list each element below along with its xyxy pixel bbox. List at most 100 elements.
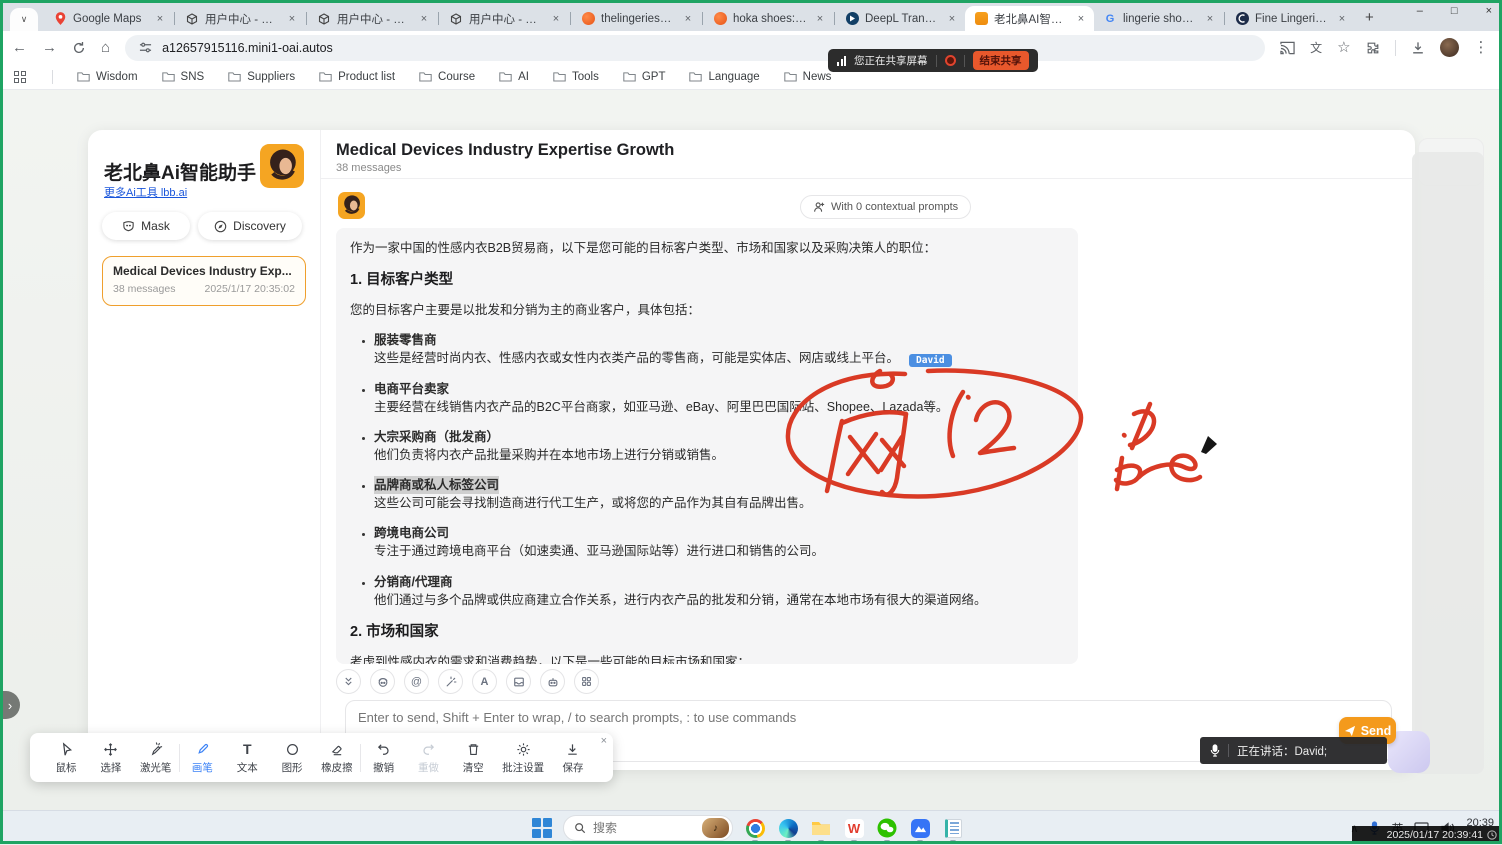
collapsed-side-panel (1412, 152, 1484, 774)
search-highlight-thumbnail[interactable]: ♪ (702, 818, 729, 838)
tool-annotation-settings[interactable]: 批注设置 (496, 741, 550, 775)
bookmark-folder-product-list[interactable]: Product list (319, 71, 395, 83)
chat-history-item[interactable]: Medical Devices Industry Exp... 38 messa… (102, 256, 306, 306)
tab-lbb-ai-active[interactable]: 老北鼻AI智能助手 × (965, 6, 1094, 31)
font-tool-icon[interactable]: A (472, 669, 497, 694)
tab-close-icon[interactable]: × (945, 13, 959, 25)
tab-close-icon[interactable]: × (549, 13, 563, 25)
tab-user-center-3[interactable]: 用户中心 - 首页 × (440, 6, 569, 31)
cast-icon[interactable] (1280, 41, 1295, 55)
profile-avatar[interactable] (1440, 38, 1459, 57)
tab-close-icon[interactable]: × (1335, 13, 1349, 25)
circle-shape-icon (285, 741, 300, 758)
shop-favicon (581, 12, 595, 26)
bookmark-folder-news[interactable]: News (784, 71, 832, 83)
tool-clear[interactable]: 清空 (451, 741, 495, 775)
close-window-button[interactable]: × (1486, 5, 1492, 17)
tab-close-icon[interactable]: × (1074, 13, 1088, 25)
start-button[interactable] (532, 818, 552, 838)
tab-close-icon[interactable]: × (153, 13, 167, 25)
tab-deepl[interactable]: DeepL Translate: × (836, 6, 965, 31)
bookmark-folder-wisdom[interactable]: Wisdom (77, 71, 138, 83)
apps-grid-icon[interactable] (14, 71, 26, 83)
list-item: 品牌商或私人标签公司这些公司可能会寻找制造商进行代工生产，或将您的产品作为其自有… (374, 476, 1064, 512)
persona-mask-icon[interactable] (370, 669, 395, 694)
tab-search-button[interactable]: ∨ (10, 8, 38, 31)
search-input[interactable] (593, 821, 695, 835)
bot-icon[interactable] (540, 669, 565, 694)
stop-sharing-button[interactable]: 结束共享 (973, 51, 1029, 70)
forward-button[interactable]: → (42, 40, 57, 55)
taskbar-blue-app-icon[interactable] (909, 817, 931, 839)
taskbar-notes-icon[interactable] (942, 817, 964, 839)
tab-close-icon[interactable]: × (681, 13, 695, 25)
translate-icon[interactable]: 文 (1310, 42, 1322, 54)
downloads-icon[interactable] (1411, 41, 1425, 55)
tool-save[interactable]: 保存 (551, 741, 595, 775)
reload-button[interactable] (72, 41, 86, 55)
magic-wand-icon[interactable] (438, 669, 463, 694)
taskbar-explorer-icon[interactable] (810, 817, 832, 839)
record-indicator[interactable] (945, 55, 956, 66)
contextual-prompts-button[interactable]: With 0 contextual prompts (800, 195, 971, 219)
apps-grid-icon[interactable] (574, 669, 599, 694)
mask-button[interactable]: Mask (102, 212, 190, 240)
taskbar-wps-icon[interactable]: W (843, 817, 865, 839)
back-button[interactable]: ← (12, 40, 27, 55)
tab-google-maps[interactable]: Google Maps × (44, 6, 173, 31)
menu-kebab-icon[interactable]: ⋮ (1474, 40, 1489, 55)
bookmark-folder-tools[interactable]: Tools (553, 71, 599, 83)
tab-user-center-1[interactable]: 用户中心 - 首页 × (176, 6, 305, 31)
taskbar-wechat-icon[interactable] (876, 817, 898, 839)
address-bar[interactable]: a12657915116.mini1-oai.autos (125, 35, 1265, 61)
close-icon[interactable]: × (601, 735, 607, 747)
home-button[interactable]: ⌂ (101, 40, 110, 55)
mask-icon (122, 220, 135, 233)
site-settings-icon[interactable] (139, 41, 152, 54)
maximize-button[interactable]: □ (1451, 5, 1458, 17)
taskbar-edge-icon[interactable] (777, 817, 799, 839)
tab-close-icon[interactable]: × (417, 13, 431, 25)
tool-text[interactable]: T 文本 (225, 741, 269, 775)
tool-select[interactable]: 选择 (89, 741, 133, 775)
collapse-chevrons-icon[interactable] (336, 669, 361, 694)
tab-close-icon[interactable]: × (1203, 13, 1217, 25)
prompt-at-icon[interactable]: @ (404, 669, 429, 694)
new-tab-button[interactable]: + (1365, 9, 1374, 26)
extensions-puzzle-icon[interactable] (1366, 41, 1380, 55)
bookmark-folder-language[interactable]: Language (689, 71, 759, 83)
tab-close-icon[interactable]: × (813, 13, 827, 25)
speaking-text: 正在讲话：David; (1237, 743, 1327, 759)
minimize-button[interactable]: – (1417, 5, 1423, 17)
deepl-favicon (845, 12, 859, 26)
section-1-intro: 您的目标客户主要是以批发和分销为主的商业客户，具体包括： (350, 301, 1064, 319)
tab-hoka-shoes[interactable]: hoka shoes: Ove × (704, 6, 833, 31)
bookmark-folder-course[interactable]: Course (419, 71, 475, 83)
more-ai-tools-link[interactable]: 更多Ai工具 lbb.ai (104, 184, 187, 200)
card-frame-icon[interactable] (506, 669, 531, 694)
tab-lingerie-search[interactable]: G lingerie shop - G × (1094, 6, 1223, 31)
tool-redo-disabled: 重做 (406, 741, 450, 775)
bookmark-folder-sns[interactable]: SNS (162, 71, 205, 83)
shop-favicon (713, 12, 727, 26)
banner-divider (936, 55, 937, 67)
taskbar-search[interactable]: ♪ (563, 815, 733, 841)
bookmark-star-icon[interactable]: ☆ (1337, 40, 1350, 55)
tab-thelingerieshop[interactable]: thelingerieshop × (572, 6, 701, 31)
bookmark-folder-suppliers[interactable]: Suppliers (228, 71, 295, 83)
section-2-heading: 2. 市场和国家 (350, 622, 1064, 643)
tab-close-icon[interactable]: × (285, 13, 299, 25)
tool-laser-pen[interactable]: 激光笔 (134, 741, 178, 775)
tool-undo[interactable]: 撤销 (362, 741, 406, 775)
tab-user-center-2[interactable]: 用户中心 - 首页 × (308, 6, 437, 31)
tool-shapes[interactable]: 图形 (270, 741, 314, 775)
bookmark-folder-gpt[interactable]: GPT (623, 71, 666, 83)
taskbar-chrome-icon[interactable] (744, 817, 766, 839)
tab-fine-lingerie[interactable]: Fine Lingerie, Sle × (1226, 6, 1355, 31)
tool-eraser[interactable]: 橡皮擦 (315, 741, 359, 775)
tool-mouse[interactable]: 鼠标 (44, 741, 88, 775)
discovery-button[interactable]: Discovery (198, 212, 302, 240)
bookmark-folder-ai[interactable]: AI (499, 71, 529, 83)
chat-input[interactable] (358, 710, 1379, 725)
tool-brush-active[interactable]: 画笔 (180, 741, 224, 775)
